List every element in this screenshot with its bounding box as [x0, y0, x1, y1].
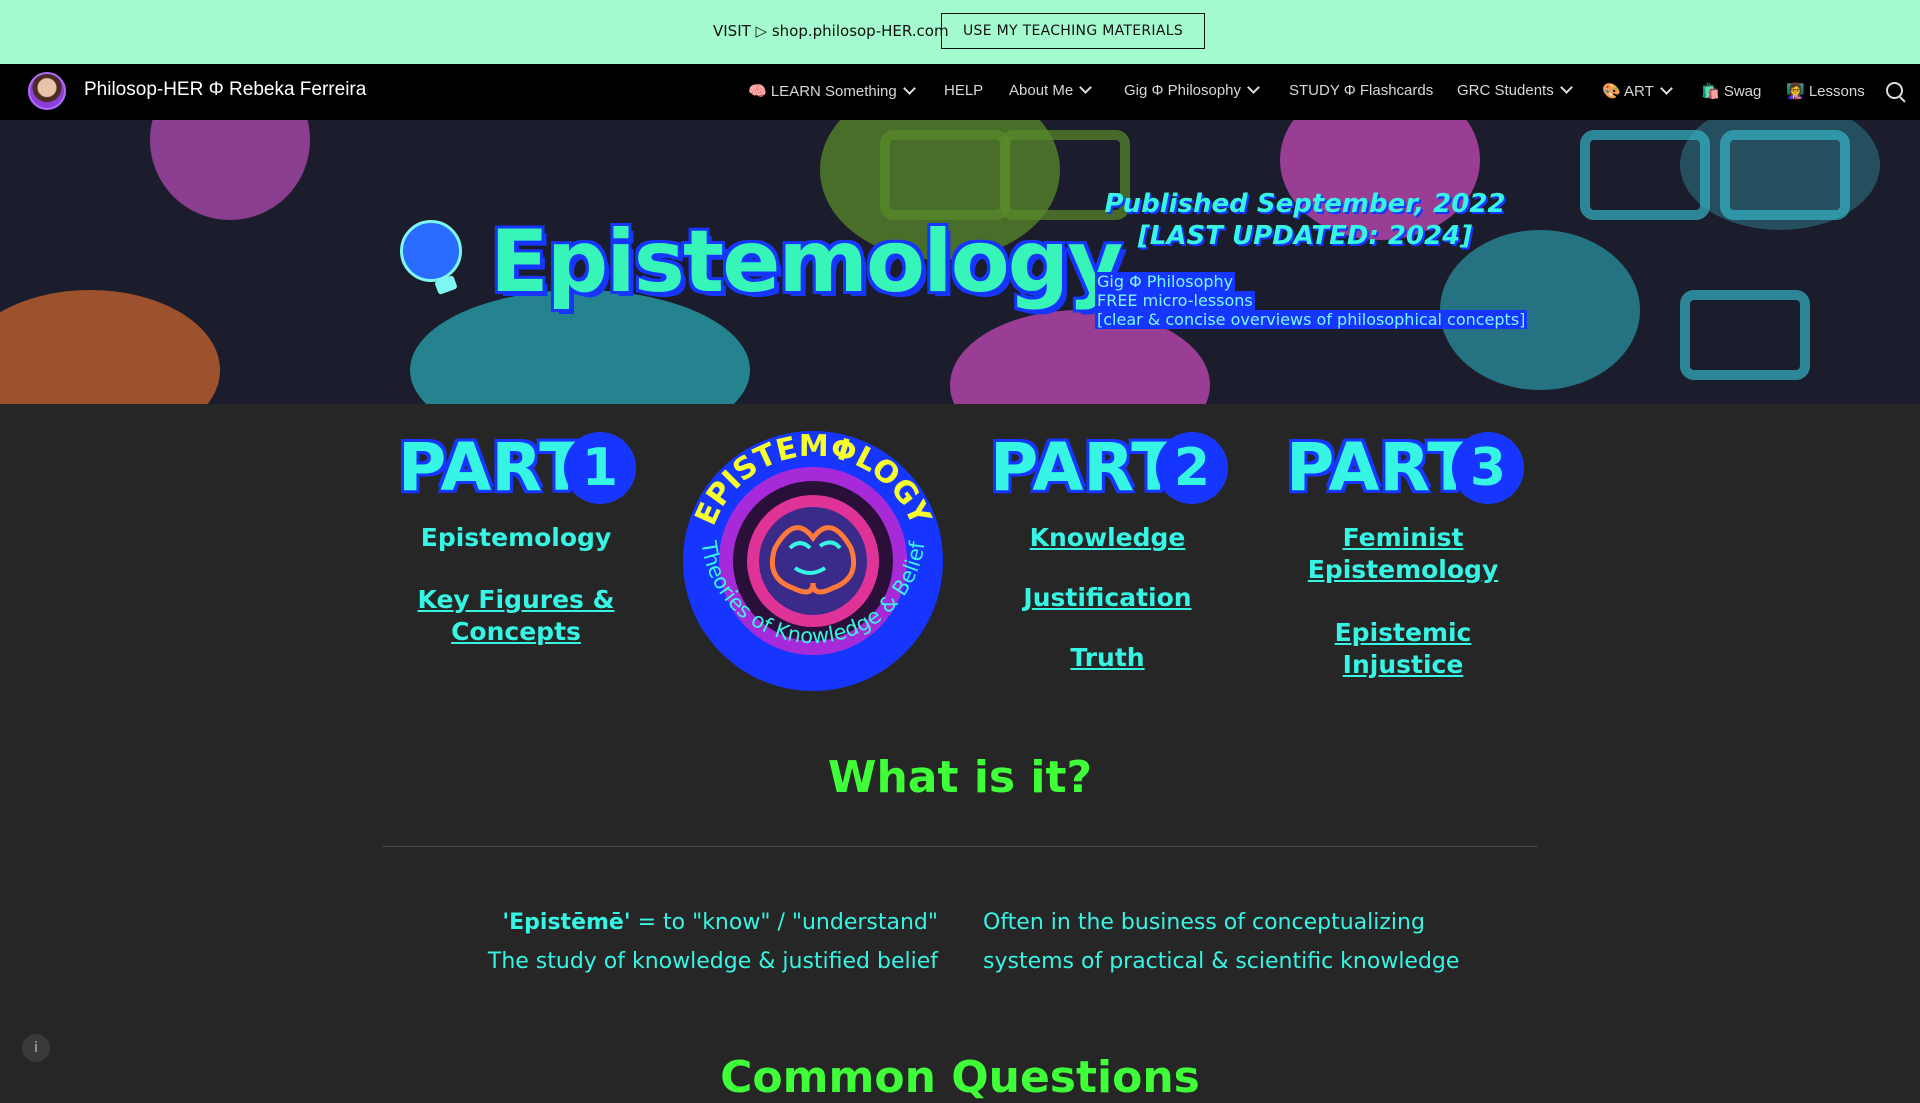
link-feminist-epistemology[interactable]: Feminist Epistemology — [1283, 522, 1523, 586]
part-label: PART — [1286, 429, 1473, 506]
glasses-art-decoration — [1680, 290, 1810, 380]
link-epistemology[interactable]: Epistemology — [400, 522, 632, 554]
chevron-down-icon — [1079, 81, 1093, 94]
brain-art-decoration — [150, 120, 310, 220]
part-label: PART — [398, 429, 585, 506]
subinfo-line: FREE micro-lessons — [1095, 291, 1255, 310]
nav-art[interactable]: 🎨 ART — [1602, 82, 1673, 100]
nav-swag[interactable]: 🛍️ Swag — [1701, 82, 1761, 100]
brain-art-decoration — [0, 290, 220, 404]
top-navigation: Philosop-HER Φ Rebeka Ferreira 🧠 LEARN S… — [0, 64, 1920, 120]
nav-grc-students[interactable]: GRC Students — [1457, 81, 1573, 99]
section-heading-common-questions: Common Questions — [720, 1052, 1200, 1103]
definition-line: systems of practical & scientific knowle… — [983, 949, 1460, 974]
chevron-down-icon — [1659, 82, 1673, 95]
hero-banner: Epistemology Published September, 2022 [… — [0, 120, 1920, 404]
epistemology-emblem: EPISTEMΦLOGY Theories of Knowledge & Bel… — [683, 429, 943, 691]
site-logo-avatar[interactable] — [28, 72, 66, 110]
nav-learn-something[interactable]: 🧠 LEARN Something — [748, 82, 916, 100]
link-epistemic-injustice[interactable]: Epistemic Injustice — [1270, 617, 1536, 681]
shop-link[interactable]: VISIT ▷ shop.philosop-HER.com — [713, 22, 949, 40]
glasses-art-decoration — [880, 130, 1010, 220]
nav-lessons[interactable]: 👩‍🏫 Lessons — [1786, 82, 1865, 100]
site-title[interactable]: Philosop-HER Φ Rebeka Ferreira — [84, 79, 366, 101]
link-truth[interactable]: Truth — [990, 642, 1225, 674]
nav-help[interactable]: HELP — [944, 82, 983, 99]
part-number-badge: 1 — [564, 432, 636, 504]
definition-line: The study of knowledge & justified belie… — [487, 949, 938, 974]
link-knowledge[interactable]: Knowledge — [990, 522, 1225, 554]
link-key-figures-concepts[interactable]: Key Figures & Concepts — [400, 584, 632, 648]
glasses-art-decoration — [1580, 130, 1710, 220]
published-date: Published September, 2022 [LAST UPDATED:… — [1104, 189, 1506, 251]
term-definition: = to "know" / "understand" — [630, 910, 938, 935]
definition-left: 'Epistēmē' = to "know" / "understand" Th… — [460, 903, 938, 981]
section-divider — [382, 846, 1538, 847]
glasses-art-decoration — [1720, 130, 1850, 220]
chevron-down-icon — [902, 82, 916, 95]
chevron-down-icon — [1559, 81, 1573, 94]
info-icon[interactable]: i — [22, 1034, 50, 1062]
announcement-banner: VISIT ▷ shop.philosop-HER.com USE MY TEA… — [0, 0, 1920, 64]
lightbulb-icon — [400, 220, 462, 282]
definition-line: Often in the business of conceptualizing — [983, 910, 1425, 935]
nav-about-me[interactable]: About Me — [1009, 81, 1093, 99]
chevron-down-icon — [1247, 81, 1260, 94]
subinfo-line: [clear & concise overviews of philosophi… — [1095, 310, 1528, 329]
part-number-badge: 3 — [1452, 432, 1524, 504]
part-1-heading: PART 1 — [398, 432, 638, 504]
hero-subinfo: Gig Φ Philosophy FREE micro-lessons [cle… — [1095, 272, 1528, 329]
search-icon[interactable] — [1886, 82, 1903, 99]
definition-term-line: 'Epistēmē' = to "know" / "understand" — [460, 903, 938, 942]
part-2-heading: PART 2 — [990, 432, 1230, 504]
subinfo-line: Gig Φ Philosophy — [1095, 272, 1236, 291]
link-justification[interactable]: Justification — [990, 582, 1225, 614]
term: 'Epistēmē' — [502, 910, 631, 935]
teaching-materials-button[interactable]: USE MY TEACHING MATERIALS — [941, 13, 1205, 49]
part-3-heading: PART 3 — [1286, 432, 1526, 504]
part-label: PART — [990, 429, 1177, 506]
hero-title: Epistemology — [490, 212, 1123, 312]
nav-study-flashcards[interactable]: STUDY Φ Flashcards — [1289, 82, 1433, 99]
part-number-badge: 2 — [1156, 432, 1228, 504]
definition-right: Often in the business of conceptualizing… — [983, 903, 1503, 981]
nav-gig-philosophy[interactable]: Gig Φ Philosophy — [1124, 81, 1260, 99]
section-heading-what-is-it: What is it? — [827, 752, 1093, 803]
